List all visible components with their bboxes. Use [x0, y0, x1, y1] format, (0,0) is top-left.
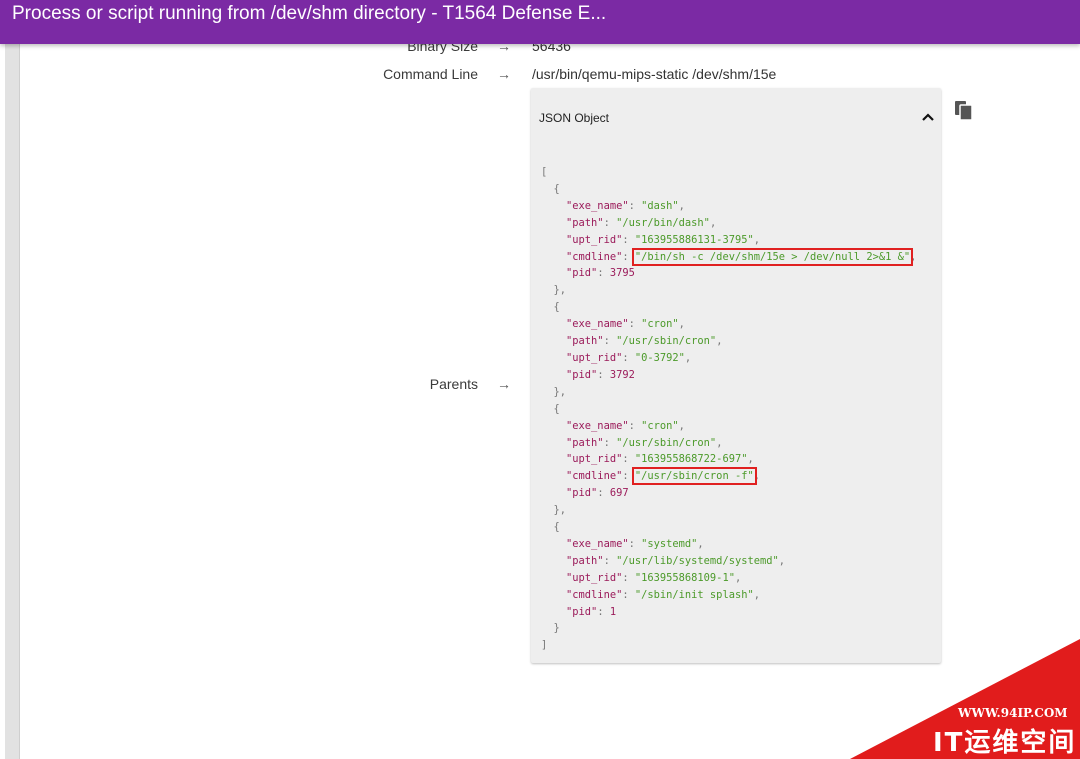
command-line-arrow: → [497, 66, 511, 82]
json-object-header[interactable]: JSON Object [539, 111, 609, 125]
json-object-panel: JSON Object [ { "exe_name": "dash", "pat… [531, 88, 941, 663]
highlighted-cmdline-cron: "/usr/sbin/cron -f" [631, 467, 757, 486]
chevron-up-icon[interactable] [921, 110, 935, 124]
parents-label: Parents [429, 376, 478, 392]
json-code-block: [ { "exe_name": "dash", "path": "/usr/bi… [541, 166, 917, 652]
watermark-text: IT运维空间 [933, 728, 1077, 758]
page-title: Process or script running from /dev/shm … [12, 3, 607, 24]
left-scroll-rail [5, 0, 20, 759]
copy-icon[interactable] [954, 100, 974, 122]
title-bar: Process or script running from /dev/shm … [0, 0, 1080, 44]
parents-arrow: → [497, 376, 511, 392]
watermark-url: WWW.94IP.COM [958, 706, 1068, 720]
highlighted-cmdline-dash: "/bin/sh -c /dev/shm/15e > /dev/null 2>&… [631, 247, 914, 266]
command-line-label: Command Line [383, 66, 478, 82]
command-line-value: /usr/bin/qemu-mips-static /dev/shm/15e [532, 66, 777, 82]
